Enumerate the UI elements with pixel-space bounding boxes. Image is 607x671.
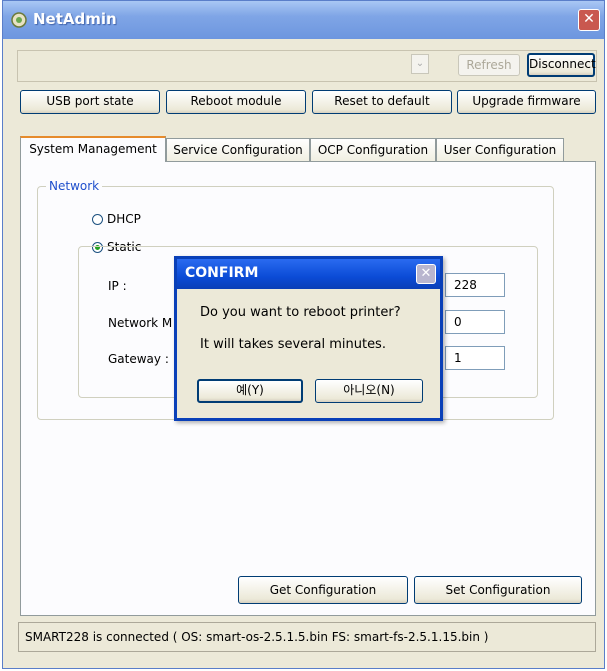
dhcp-label: DHCP	[107, 212, 141, 226]
tab-system-management[interactable]: System Management	[20, 136, 166, 162]
upgrade-firmware-button[interactable]: Upgrade firmware	[457, 90, 596, 114]
app-icon	[11, 12, 27, 28]
network-mask-input[interactable]: 0	[445, 310, 505, 334]
tab-ocp-configuration[interactable]: OCP Configuration	[310, 138, 436, 161]
device-combo-dropdown-icon[interactable]: ⌄	[411, 54, 429, 74]
refresh-button[interactable]: Refresh	[458, 54, 520, 76]
tab-user-configuration[interactable]: User Configuration	[436, 138, 564, 161]
close-icon[interactable]: ✕	[578, 9, 600, 31]
dialog-title-bar[interactable]: CONFIRM ✕	[177, 259, 440, 289]
dialog-message-line-1: Do you want to reboot printer?	[200, 305, 401, 320]
dhcp-radio[interactable]: DHCP	[92, 212, 141, 226]
gateway-input[interactable]: 1	[445, 346, 505, 370]
dialog-title: CONFIRM	[185, 265, 259, 281]
get-configuration-button[interactable]: Get Configuration	[238, 576, 408, 604]
yes-button[interactable]: 예(Y)	[197, 379, 303, 403]
status-bar: SMART228 is connected ( OS: smart-os-2.5…	[18, 622, 596, 652]
tab-service-configuration[interactable]: Service Configuration	[166, 138, 310, 161]
confirm-dialog: CONFIRM ✕ Do you want to reboot printer?…	[174, 256, 443, 421]
reboot-module-button[interactable]: Reboot module	[166, 90, 306, 114]
ip-input[interactable]: 228	[445, 273, 505, 297]
reset-to-default-button[interactable]: Reset to default	[312, 90, 452, 114]
usb-port-state-button[interactable]: USB port state	[20, 90, 160, 114]
gateway-label: Gateway :	[108, 352, 169, 366]
network-legend: Network	[46, 179, 103, 193]
disconnect-button[interactable]: Disconnect	[527, 53, 596, 77]
set-configuration-button[interactable]: Set Configuration	[414, 576, 582, 604]
dhcp-radio-circle[interactable]	[92, 213, 103, 225]
dialog-close-icon[interactable]: ✕	[416, 264, 436, 284]
no-button[interactable]: 아니오(N)	[315, 379, 423, 403]
network-mask-label: Network M	[108, 316, 173, 330]
window-title: NetAdmin	[33, 10, 117, 28]
title-bar[interactable]: NetAdmin ✕	[3, 1, 604, 39]
ip-label: IP :	[108, 279, 127, 293]
dialog-message-line-2: It will takes several minutes.	[200, 337, 386, 352]
